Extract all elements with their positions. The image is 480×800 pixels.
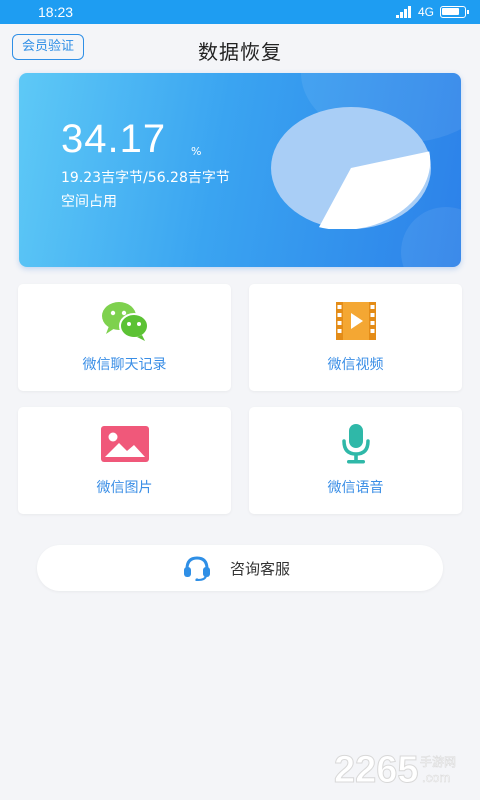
tile-label: 微信语音 (327, 480, 384, 496)
storage-card: 34.17 % 19.23吉字节/56.28吉字节 空间占用 (19, 73, 461, 267)
tile-label: 微信聊天记录 (82, 357, 167, 373)
status-time: 18:23 (38, 4, 74, 20)
usage-detail: 19.23吉字节/56.28吉字节 (61, 170, 230, 186)
tile-label: 微信视频 (327, 357, 384, 373)
status-indicators: 4G (395, 5, 469, 19)
battery-level (442, 8, 459, 15)
site-watermark-logo: 2265 手游网 .com (334, 749, 456, 789)
tile-images[interactable]: 微信图片 (18, 407, 231, 514)
wechat-icon (101, 302, 149, 341)
image-icon (100, 426, 149, 462)
status-bar: 18:23 4G (0, 0, 480, 24)
video-icon (335, 302, 376, 340)
watermark-digits: 2265 (334, 749, 419, 788)
microphone-icon (341, 424, 370, 464)
watermark-domain: .com (422, 770, 450, 785)
tile-chat-records[interactable]: 微信聊天记录 (18, 284, 231, 391)
header: 会员验证 数据恢复 (0, 24, 480, 72)
headset-icon (184, 556, 210, 581)
signal-icon (395, 6, 412, 18)
tile-video[interactable]: 微信视频 (249, 284, 462, 391)
battery-icon (440, 6, 469, 18)
watermark-suffix: 手游网 (420, 755, 456, 769)
usage-label: 空间占用 (61, 194, 117, 210)
storage-pie-chart (271, 107, 431, 229)
page-title: 数据恢复 (198, 40, 282, 64)
usage-percent-unit: % (191, 145, 202, 158)
tile-voice[interactable]: 微信语音 (249, 407, 462, 514)
customer-service-label: 咨询客服 (230, 560, 291, 578)
network-type: 4G (417, 5, 434, 19)
tile-label: 微信图片 (96, 480, 153, 496)
usage-percent: 34.17 (61, 117, 167, 161)
customer-service-button[interactable]: 咨询客服 (37, 545, 443, 591)
